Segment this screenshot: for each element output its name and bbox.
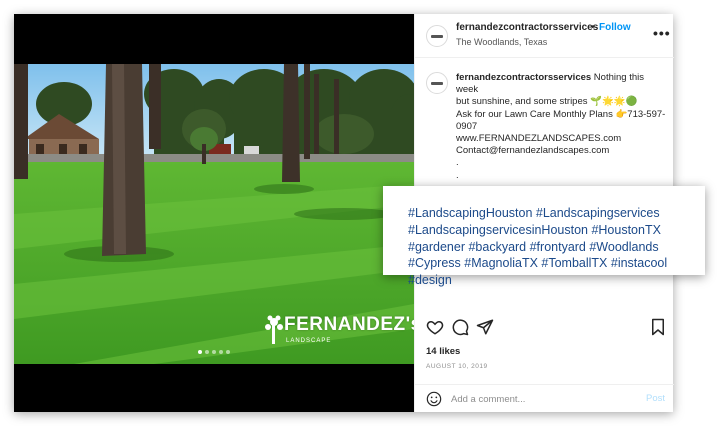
post-comment-button[interactable]: Post: [646, 393, 665, 404]
comment-bar: Post: [415, 384, 674, 412]
post-caption: fernandezcontractorsservices Nothing thi…: [456, 72, 668, 194]
caption-text: 0907: [456, 120, 478, 132]
likes-count[interactable]: 14 likes: [426, 346, 460, 357]
hashtag-line: #design: [408, 273, 452, 288]
avatar[interactable]: [426, 25, 448, 47]
header-username[interactable]: fernandezcontractorsservices: [456, 22, 598, 33]
caption-text: Ask for our Lawn Care Monthly Plans 👉713…: [456, 108, 666, 120]
watermark-subtitle: LANDSCAPE: [286, 338, 332, 344]
logo-icon: [431, 34, 443, 38]
caption-avatar[interactable]: [426, 72, 448, 94]
carousel-dot: [226, 350, 230, 354]
hashtag-line: #gardener #backyard #frontyard #Woodland…: [408, 239, 659, 254]
caption-dot: .: [456, 157, 459, 169]
hashtag-line: #Cypress #MagnoliaTX #TomballTX #instaco…: [408, 256, 668, 271]
post-media[interactable]: FERNANDEZ's LANDSCAPE: [14, 14, 414, 412]
bookmark-icon[interactable]: [649, 318, 667, 336]
tree-logo-icon: [265, 315, 283, 344]
hashtag-line: #LandscapingHouston #Landscapingservices: [408, 206, 660, 220]
separator-dot: •: [591, 22, 595, 33]
carousel-dot: [198, 350, 202, 354]
carousel-dot: [212, 350, 216, 354]
logo-icon: [431, 81, 443, 85]
lawn-photo: FERNANDEZ's LANDSCAPE: [14, 64, 414, 364]
carousel-indicator: [198, 350, 230, 354]
post-header: fernandezcontractorsservices • Follow Th…: [415, 14, 674, 58]
share-icon[interactable]: [476, 318, 494, 336]
emoji-icon[interactable]: [426, 391, 442, 407]
location-link[interactable]: The Woodlands, Texas: [456, 37, 547, 47]
comment-icon[interactable]: [451, 318, 469, 336]
watermark-title: FERNANDEZ's: [284, 314, 414, 335]
action-bar: [415, 318, 674, 344]
caption-username[interactable]: fernandezcontractorsservices: [456, 72, 591, 83]
caption-link[interactable]: www.FERNANDEZLANDSCAPES.com: [456, 133, 668, 145]
caption-dot: .: [456, 169, 459, 181]
hashtags-callout: #LandscapingHouston #Landscapingservices…: [383, 186, 705, 287]
heart-icon[interactable]: [426, 318, 444, 336]
carousel-dot: [205, 350, 209, 354]
follow-button[interactable]: Follow: [599, 22, 631, 33]
more-options-icon[interactable]: •••: [653, 25, 671, 41]
comment-input[interactable]: [451, 391, 631, 407]
caption-email[interactable]: Contact@fernandezlandscapes.com: [456, 145, 668, 157]
caption-text: but sunshine, and some stripes 🌱🌟🌟🟢: [456, 96, 638, 108]
hashtag-line: #LandscapingservicesinHouston #HoustonTX: [408, 222, 661, 237]
carousel-dot: [219, 350, 223, 354]
post-date: AUGUST 10, 2019: [426, 363, 488, 370]
